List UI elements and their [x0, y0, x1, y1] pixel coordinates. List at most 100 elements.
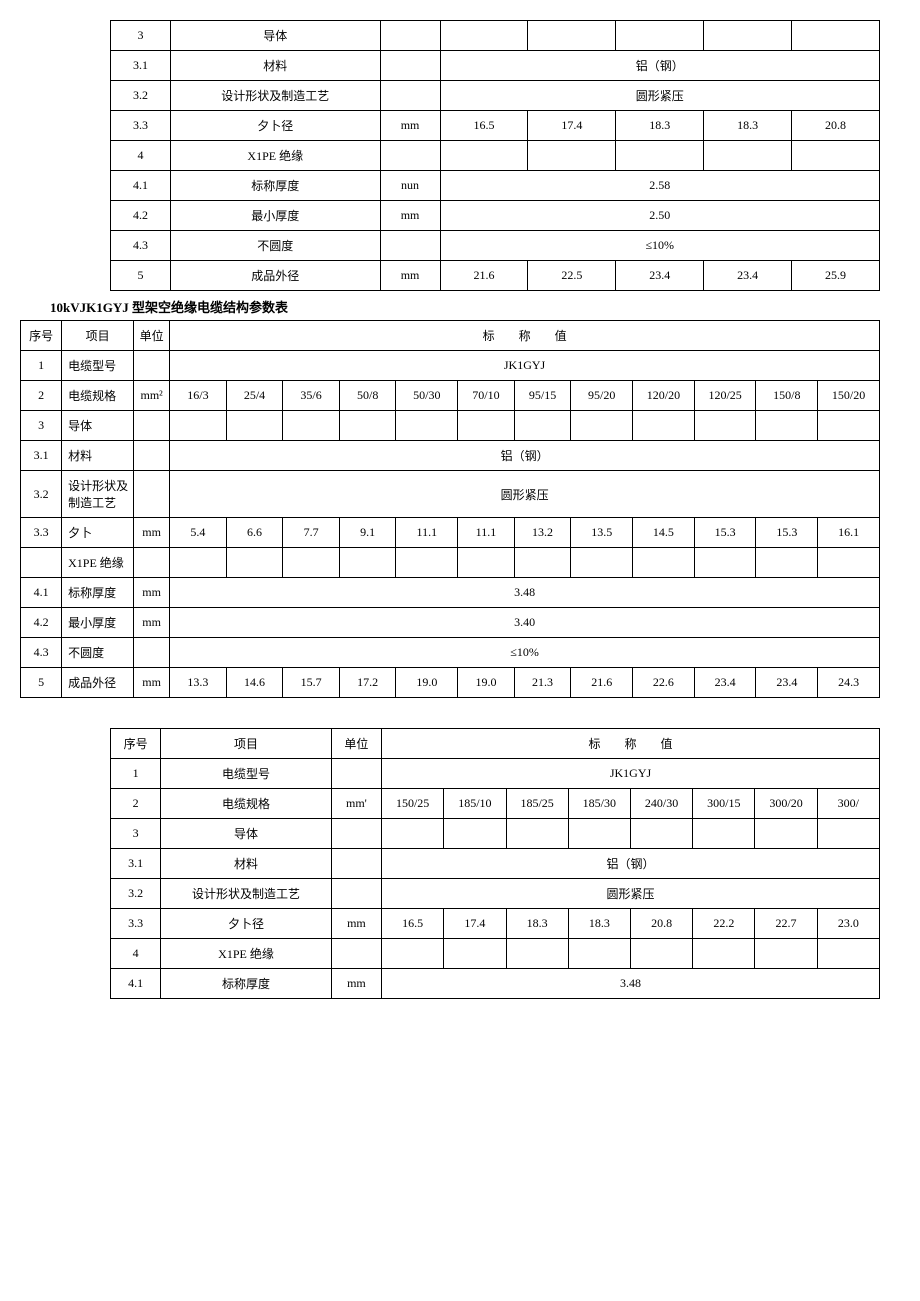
cell-value — [339, 548, 396, 578]
cell-value: 23.4 — [694, 668, 756, 698]
table-row: 1电缆型号JK1GYJ — [111, 759, 880, 789]
cell-value — [704, 141, 792, 171]
cell-value — [440, 21, 528, 51]
cell-value-span: 2.50 — [440, 201, 879, 231]
cell-item: 不圆度 — [62, 638, 134, 668]
cell-unit: mm — [380, 111, 440, 141]
table-row: 3导体 — [21, 411, 880, 441]
table-row: 3.3夕卜径mm16.517.418.318.320.822.222.723.0 — [111, 909, 880, 939]
cell-value — [226, 548, 283, 578]
table-row: 5成品外径mm21.622.523.423.425.9 — [111, 261, 880, 291]
cell-no: 3 — [21, 411, 62, 441]
cell-value — [506, 939, 568, 969]
table-row: X1PE 绝缘 — [21, 548, 880, 578]
cell-unit — [380, 141, 440, 171]
cell-value-span: 2.58 — [440, 171, 879, 201]
cell-no: 3.1 — [111, 849, 161, 879]
cell-value-span: 圆形紧压 — [170, 471, 880, 518]
cell-item: 最小厚度 — [62, 608, 134, 638]
table-row: 4.1标称厚度nun2.58 — [111, 171, 880, 201]
cell-item: 夕卜径 — [161, 909, 332, 939]
cell-unit — [380, 231, 440, 261]
cell-no: 3.3 — [111, 909, 161, 939]
cell-value: 24.3 — [818, 668, 880, 698]
cell-value — [458, 548, 515, 578]
cell-unit: mm — [380, 201, 440, 231]
table-row: 3.2设计形状及制造工艺圆形紧压 — [111, 879, 880, 909]
cell-value-span: 铝（钢） — [440, 51, 879, 81]
cell-value — [792, 21, 880, 51]
cell-value — [792, 141, 880, 171]
cell-no: 2 — [21, 381, 62, 411]
cell-value-span: JK1GYJ — [170, 351, 880, 381]
cell-value — [694, 548, 756, 578]
cell-item: 夕卜 — [62, 518, 134, 548]
cell-value: 5.4 — [170, 518, 227, 548]
col-item: 项目 — [62, 321, 134, 351]
cell-value: 13.3 — [170, 668, 227, 698]
cell-value: 185/25 — [506, 789, 568, 819]
cell-value — [444, 939, 506, 969]
table-row: 3导体 — [111, 819, 880, 849]
spec-table-1: 3导体3.1材料铝（钢）3.2设计形状及制造工艺圆形紧压3.3夕卜径mm16.5… — [110, 20, 880, 291]
col-item: 项目 — [161, 729, 332, 759]
cell-item: 设计形状及制造工艺 — [170, 81, 380, 111]
cell-value: 17.4 — [528, 111, 616, 141]
table-row: 1电缆型号JK1GYJ — [21, 351, 880, 381]
cell-value — [568, 939, 630, 969]
cell-value: 17.2 — [339, 668, 396, 698]
cell-value — [226, 411, 283, 441]
cell-unit — [380, 81, 440, 111]
cell-no: 3.3 — [111, 111, 171, 141]
cell-value — [755, 939, 817, 969]
cell-value: 120/20 — [633, 381, 695, 411]
cell-unit: mm' — [331, 789, 381, 819]
table-row: 4.3不圆度≤10% — [111, 231, 880, 261]
cell-unit: mm — [134, 608, 170, 638]
cell-item: 导体 — [161, 819, 332, 849]
cell-value — [817, 819, 879, 849]
cell-no: 3.2 — [21, 471, 62, 518]
table-row: 3.2设计形状及制造工艺圆形紧压 — [21, 471, 880, 518]
cell-value-span: 铝（钢） — [170, 441, 880, 471]
cell-unit — [380, 51, 440, 81]
cell-value — [444, 819, 506, 849]
table-row: 3.1材料铝（钢） — [21, 441, 880, 471]
cell-value: 21.6 — [571, 668, 633, 698]
cell-value: 95/15 — [514, 381, 571, 411]
cell-value — [693, 819, 755, 849]
cell-value: 21.3 — [514, 668, 571, 698]
cell-no: 4 — [111, 141, 171, 171]
cell-value: 19.0 — [396, 668, 458, 698]
cell-unit: mm — [380, 261, 440, 291]
cell-value — [756, 411, 818, 441]
cell-value — [817, 939, 879, 969]
cell-value: 13.2 — [514, 518, 571, 548]
cell-no — [21, 548, 62, 578]
cell-value-span: 圆形紧压 — [382, 879, 880, 909]
cell-unit: mm — [134, 668, 170, 698]
cell-item: 标称厚度 — [161, 969, 332, 999]
cell-value — [633, 548, 695, 578]
cell-value: 16.5 — [440, 111, 528, 141]
cell-value — [755, 819, 817, 849]
spec-table-2: 序号项目单位标 称 值1电缆型号JK1GYJ2电缆规格mm²16/325/435… — [20, 320, 880, 698]
cell-value: 18.3 — [616, 111, 704, 141]
cell-item: 电缆型号 — [62, 351, 134, 381]
cell-value: 17.4 — [444, 909, 506, 939]
cell-item: 标称厚度 — [62, 578, 134, 608]
cell-value: 6.6 — [226, 518, 283, 548]
cell-value-span: ≤10% — [170, 638, 880, 668]
cell-value: 9.1 — [339, 518, 396, 548]
cell-value-span: 3.48 — [170, 578, 880, 608]
cell-value — [528, 141, 616, 171]
cell-value-span: 圆形紧压 — [440, 81, 879, 111]
cell-value — [396, 411, 458, 441]
table-row: 2电缆规格mm'150/25185/10185/25185/30240/3030… — [111, 789, 880, 819]
cell-value: 20.8 — [792, 111, 880, 141]
cell-value — [571, 548, 633, 578]
cell-value: 20.8 — [630, 909, 692, 939]
cell-value: 25.9 — [792, 261, 880, 291]
cell-item: 设计形状及制造工艺 — [62, 471, 134, 518]
cell-value: 300/20 — [755, 789, 817, 819]
